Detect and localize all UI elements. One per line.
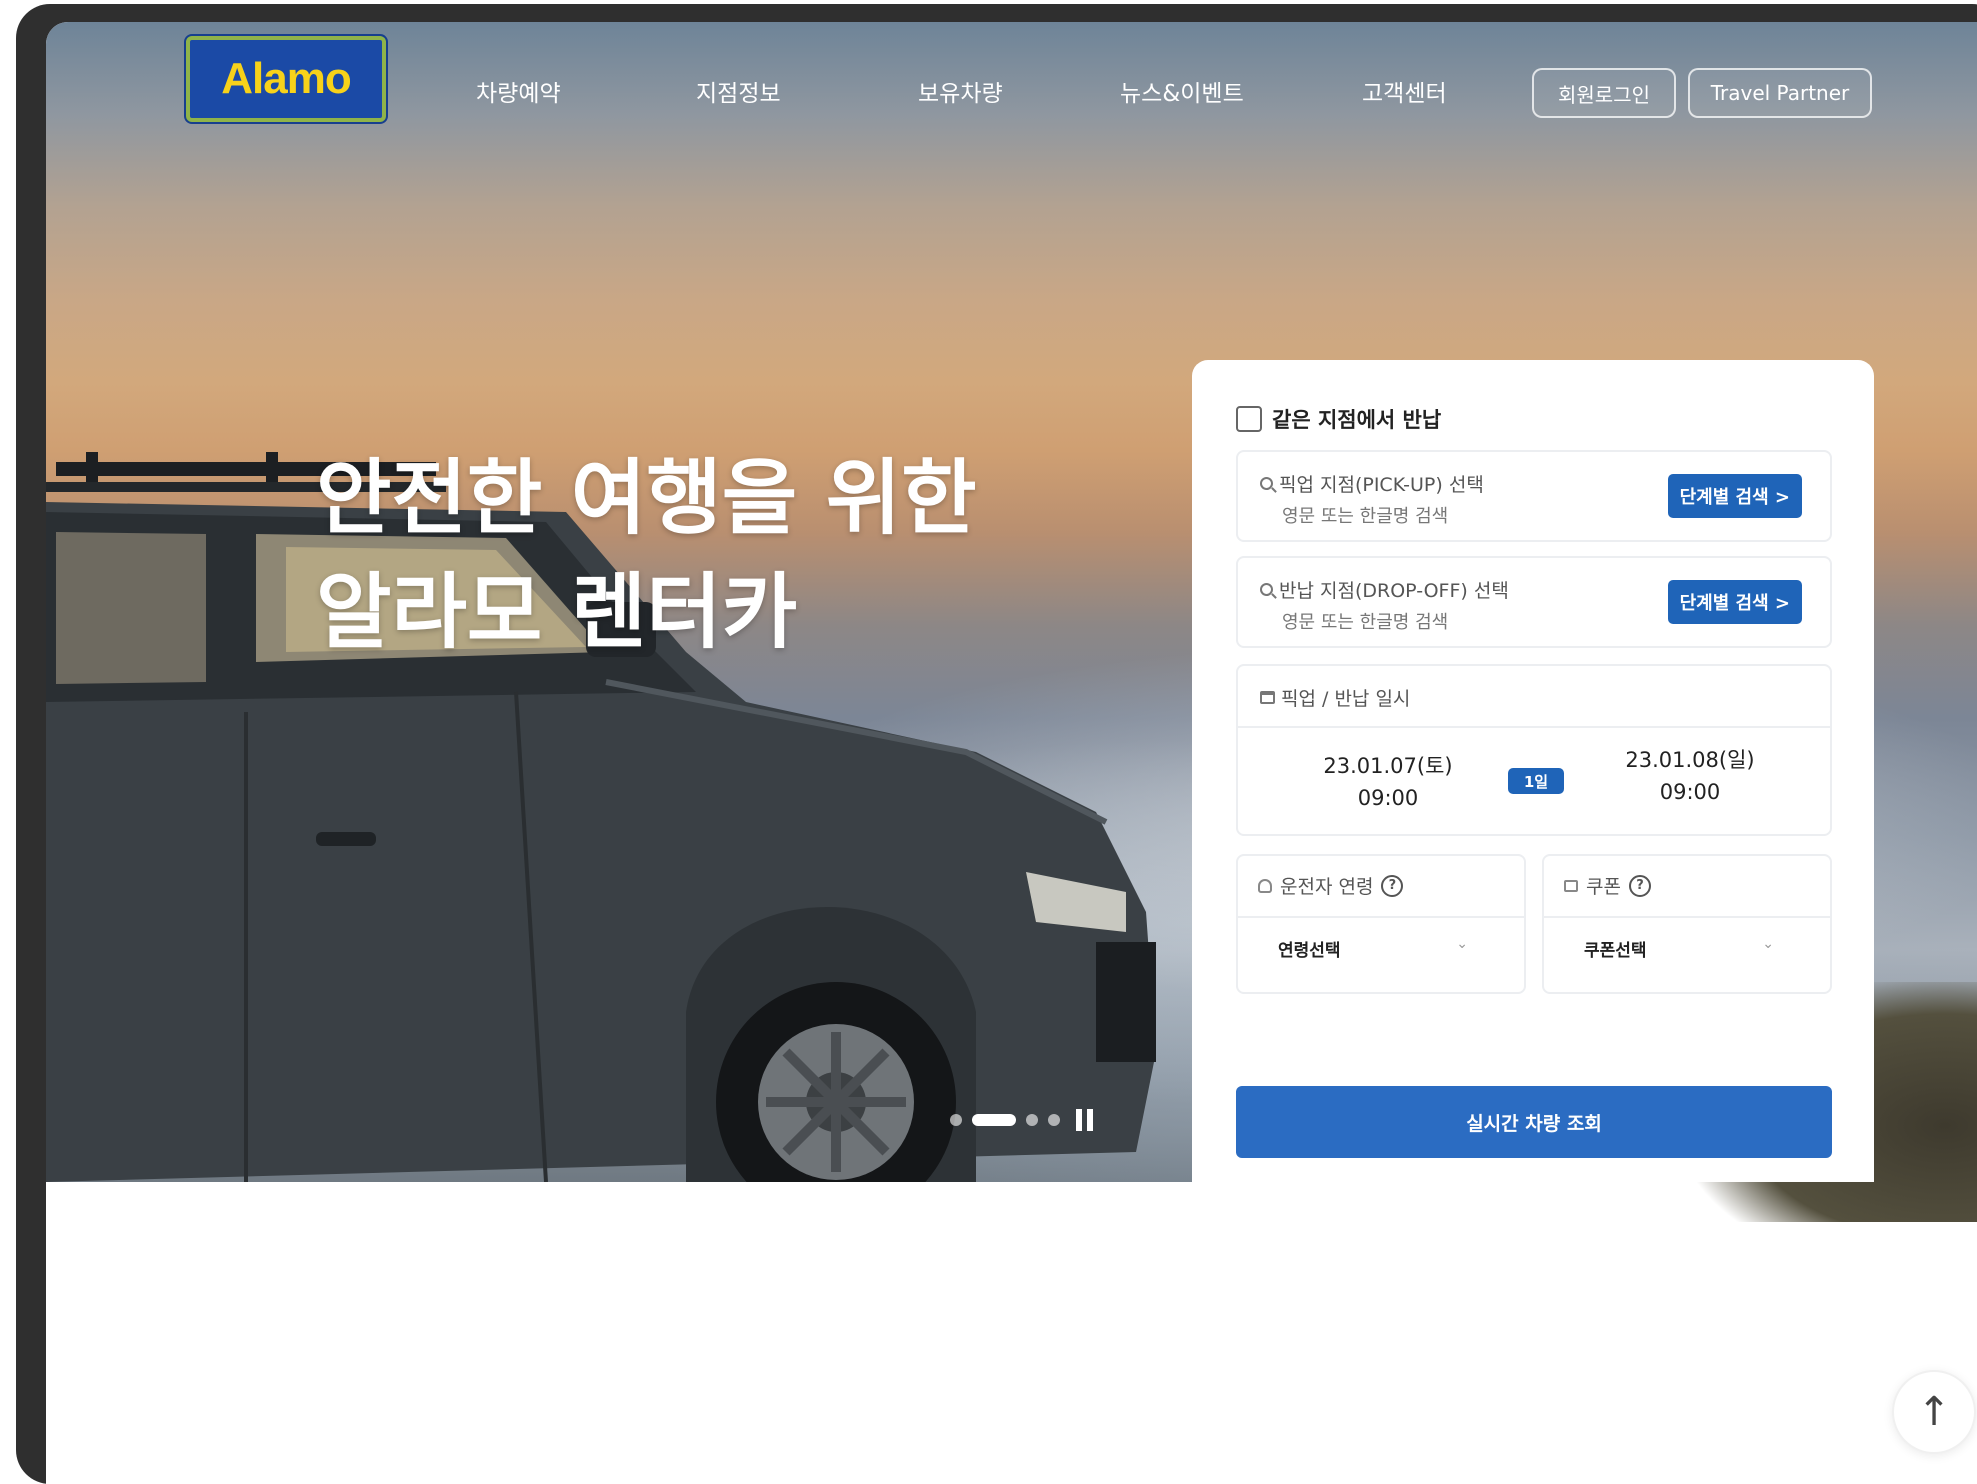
carousel-pager (950, 1108, 1096, 1132)
rental-duration-badge: 1일 (1508, 768, 1564, 794)
same-location-checkbox[interactable] (1236, 406, 1262, 432)
dropoff-title: 반납 지점(DROP-OFF) 선택 (1260, 576, 1509, 603)
member-login-button[interactable]: 회원로그인 (1532, 68, 1676, 118)
nav-item-reservation[interactable]: 차량예약 (476, 74, 561, 108)
person-icon (1258, 878, 1272, 893)
nav-item-fleet[interactable]: 보유차량 (918, 74, 1003, 108)
search-icon (1260, 477, 1273, 490)
pickup-date: 23.01.07(토) (1323, 754, 1453, 778)
calendar-icon (1260, 691, 1275, 704)
carousel-dot[interactable] (1048, 1114, 1060, 1126)
divider (1238, 726, 1830, 728)
datetime-title: 픽업 / 반납 일시 (1260, 684, 1410, 711)
pickup-step-search-button[interactable]: 단계별 검색 > (1667, 474, 1802, 518)
logo-text: Alamo (221, 54, 351, 103)
search-icon (1260, 583, 1273, 596)
return-date: 23.01.08(일) (1625, 748, 1755, 772)
pickup-datetime[interactable]: 23.01.07(토) 09:00 (1288, 750, 1488, 814)
realtime-search-button[interactable]: 실시간 차량 조회 (1236, 1086, 1832, 1158)
driver-age-field[interactable]: 운전자 연령 ? 연령선택 ⌄ (1236, 854, 1526, 994)
coupon-title-text: 쿠폰 (1586, 876, 1621, 898)
nav-item-locations[interactable]: 지점정보 (696, 74, 781, 108)
nav-item-news-events[interactable]: 뉴스&이벤트 (1120, 74, 1244, 108)
pickup-location-field[interactable]: 픽업 지점(PICK-UP) 선택 영문 또는 한글명 검색 단계별 검색 > (1236, 450, 1832, 542)
driver-age-select[interactable]: 연령선택 (1278, 936, 1341, 961)
help-icon[interactable]: ? (1381, 874, 1404, 897)
pickup-time: 09:00 (1357, 786, 1419, 810)
coupon-select[interactable]: 쿠폰선택 (1584, 936, 1647, 961)
arrow-up-icon: ↑ (1917, 1389, 1951, 1435)
hero-headline: 안전한 여행을 위한 알라모 렌터카 (316, 442, 977, 670)
pickup-title-text: 픽업 지점(PICK-UP) 선택 (1279, 474, 1484, 496)
same-location-label: 같은 지점에서 반납 (1272, 408, 1442, 432)
chevron-down-icon[interactable]: ⌄ (1762, 936, 1774, 952)
driver-age-title-text: 운전자 연령 (1280, 876, 1374, 898)
carousel-dot[interactable] (950, 1114, 962, 1126)
chevron-down-icon[interactable]: ⌄ (1456, 936, 1468, 952)
return-time: 09:00 (1659, 780, 1721, 804)
hero-headline-line2: 알라모 렌터카 (316, 565, 798, 660)
booking-panel: 같은 지점에서 반납 픽업 지점(PICK-UP) 선택 영문 또는 한글명 검… (1192, 360, 1874, 1182)
alamo-logo[interactable]: Alamo (186, 36, 386, 122)
divider (1238, 916, 1524, 918)
return-datetime[interactable]: 23.01.08(일) 09:00 (1590, 744, 1790, 808)
help-icon[interactable]: ? (1628, 874, 1651, 897)
hero-headline-line1: 안전한 여행을 위한 (316, 451, 977, 546)
coupon-field[interactable]: 쿠폰 ? 쿠폰선택 ⌄ (1542, 854, 1832, 994)
divider (1544, 916, 1830, 918)
pickup-title: 픽업 지점(PICK-UP) 선택 (1260, 470, 1484, 497)
nav-item-customer-center[interactable]: 고객센터 (1362, 74, 1447, 108)
dropoff-title-text: 반납 지점(DROP-OFF) 선택 (1279, 580, 1509, 602)
datetime-field[interactable]: 픽업 / 반납 일시 23.01.07(토) 09:00 1일 23.01.08… (1236, 664, 1832, 836)
same-location-row[interactable]: 같은 지점에서 반납 (1236, 404, 1441, 434)
travel-partner-button[interactable]: Travel Partner (1688, 68, 1872, 118)
carousel-dot-active[interactable] (972, 1114, 1016, 1126)
dropoff-step-search-button[interactable]: 단계별 검색 > (1667, 580, 1802, 624)
coupon-title: 쿠폰 ? (1564, 872, 1651, 899)
carousel-dot[interactable] (1026, 1114, 1038, 1126)
coupon-icon (1564, 879, 1578, 892)
browser-viewport: Alamo 차량예약 지점정보 보유차량 뉴스&이벤트 고객센터 회원로그인 T… (46, 22, 1977, 1484)
dropoff-subtitle: 영문 또는 한글명 검색 (1282, 612, 1449, 633)
dropoff-location-field[interactable]: 반납 지점(DROP-OFF) 선택 영문 또는 한글명 검색 단계별 검색 > (1236, 556, 1832, 648)
datetime-title-text: 픽업 / 반납 일시 (1281, 688, 1411, 710)
pause-icon[interactable] (1076, 1109, 1096, 1131)
device-frame: Alamo 차량예약 지점정보 보유차량 뉴스&이벤트 고객센터 회원로그인 T… (16, 4, 1977, 1484)
scroll-top-button[interactable]: ↑ (1892, 1370, 1976, 1454)
pickup-subtitle: 영문 또는 한글명 검색 (1282, 506, 1449, 527)
driver-age-title: 운전자 연령 ? (1258, 872, 1404, 899)
